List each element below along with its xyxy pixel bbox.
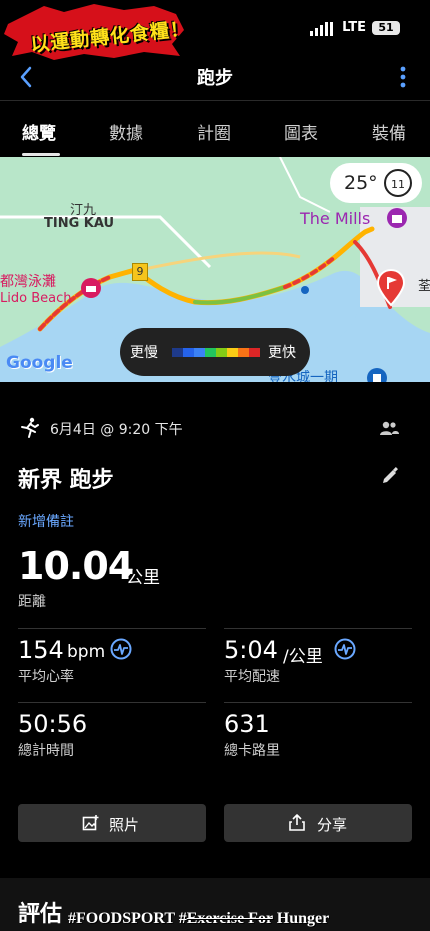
edit-pencil-icon[interactable] [380, 466, 400, 486]
photos-button[interactable]: 照片 [18, 804, 206, 842]
tab-gear[interactable]: 裝備 [372, 119, 406, 144]
map-label-tsuen: 荃 [418, 279, 430, 294]
beach-poi-icon [81, 278, 101, 298]
page-title: 跑步 [197, 68, 233, 89]
map-label-beach-cn: 都灣泳灘 [0, 274, 56, 290]
assessment-title: 評估 [18, 902, 63, 927]
pace-legend: 更慢 更快 [120, 328, 310, 376]
pace-gradient-bar [172, 348, 260, 357]
app-header: 跑步 [0, 56, 430, 100]
watermark-part2: Exercise For [186, 910, 273, 927]
more-options-icon[interactable] [396, 62, 410, 92]
map-location-icon [367, 368, 387, 382]
total-time-label: 總計時間 [18, 743, 74, 759]
foodsport-logo: 以運動轉化食糧！ [4, 4, 191, 60]
active-tab-indicator [22, 153, 60, 156]
calories-label: 總卡路里 [224, 743, 280, 759]
avg-hr-unit: bpm [67, 642, 106, 662]
heart-rate-icon[interactable] [110, 638, 132, 660]
avg-hr-label: 平均心率 [18, 669, 74, 685]
pace-chart-icon[interactable] [334, 638, 356, 660]
calories-value: 631 [224, 710, 270, 738]
share-button[interactable]: 分享 [224, 804, 412, 842]
distance-value: 10.04 [18, 544, 134, 588]
legend-slow-label: 更慢 [130, 345, 158, 361]
wind-icon: 11 [384, 169, 412, 197]
stat-divider [224, 702, 412, 703]
tab-charts[interactable]: 圖表 [284, 119, 318, 144]
tab-data[interactable]: 數據 [109, 119, 143, 144]
road-number-badge: 9 [132, 263, 148, 281]
share-icon [289, 814, 305, 831]
add-note-link[interactable]: 新增備註 [18, 511, 74, 531]
avg-pace-unit: /公里 [283, 647, 323, 667]
battery-icon: 51 [372, 21, 400, 35]
watermark-part1: #FOODSPORT # [68, 910, 187, 927]
avg-pace-label: 平均配速 [224, 669, 280, 685]
google-logo: Google [6, 353, 73, 373]
tab-bar: 總覽 數據 計圈 圖表 裝備 [0, 101, 430, 157]
mall-poi-icon [387, 208, 407, 228]
finish-marker-icon [376, 269, 406, 307]
status-bar: 以運動轉化食糧！ LTE 51 [0, 0, 430, 60]
people-icon[interactable] [378, 419, 400, 439]
total-time-value: 50:56 [18, 710, 88, 738]
activity-title: 新界 跑步 [18, 468, 114, 493]
photos-button-label: 照片 [109, 816, 140, 834]
legend-fast-label: 更快 [268, 345, 296, 361]
running-icon [21, 417, 39, 438]
foodsport-watermark: #FOODSPORT #Exercise For Hunger [68, 910, 329, 928]
map-label-beach-en: Lido Beach [0, 291, 72, 306]
start-marker-icon [301, 286, 309, 294]
map-label-tingkau-en: TING KAU [44, 216, 115, 231]
avg-pace-value: 5:04 [224, 636, 278, 664]
distance-label: 距離 [18, 594, 46, 610]
watermark-part3: Hunger [272, 910, 330, 927]
distance-unit: 公里 [126, 568, 160, 588]
network-type: LTE [342, 20, 366, 35]
assessment-section: 評估 #FOODSPORT #Exercise For Hunger [0, 878, 430, 931]
tab-overview[interactable]: 總覽 [22, 119, 56, 144]
activity-meta-row: 6月4日 @ 9:20 下午 [18, 415, 408, 443]
signal-icon [310, 22, 333, 36]
weather-badge: 25° 11 [330, 163, 422, 203]
activity-datetime: 6月4日 @ 9:20 下午 [50, 422, 183, 438]
add-photo-icon [82, 815, 99, 831]
stat-divider [18, 628, 206, 629]
temperature: 25° [344, 172, 378, 194]
map-label-the-mills: The Mills [300, 209, 371, 228]
avg-hr-value: 154 [18, 636, 64, 664]
tab-laps[interactable]: 計圈 [197, 119, 231, 144]
share-button-label: 分享 [317, 816, 348, 834]
stat-divider [18, 702, 206, 703]
stat-divider [224, 628, 412, 629]
